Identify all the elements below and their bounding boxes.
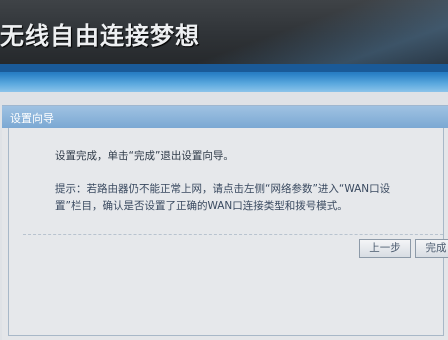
panel-body: 设置完成，单击“完成”退出设置向导。 提示：若路由器仍不能正常上网，请点击左侧“… <box>8 128 448 336</box>
setup-wizard-panel: 设置向导 设置完成，单击“完成”退出设置向导。 提示：若路由器仍不能正常上网，请… <box>2 105 448 340</box>
banner-title: 无线自由连接梦想 <box>0 22 200 50</box>
router-admin-screen: 无线自由连接梦想 设置向导 设置完成，单击“完成”退出设置向导。 提示：若路由器… <box>0 0 448 340</box>
panel-title: 设置向导 <box>10 112 54 125</box>
header-stripe-dark <box>0 64 448 72</box>
banner-decoration <box>198 0 448 64</box>
header-banner: 无线自由连接梦想 <box>0 0 448 64</box>
finish-button[interactable]: 完成 <box>415 239 448 258</box>
completion-message: 设置完成，单击“完成”退出设置向导。 <box>55 150 234 162</box>
panel-header: 设置向导 <box>2 106 448 128</box>
divider <box>23 234 443 235</box>
previous-button[interactable]: 上一步 <box>359 239 411 258</box>
hint-message: 提示：若路由器仍不能正常上网，请点击左侧“网络参数”进入“WAN口设置”栏目，确… <box>55 183 391 212</box>
